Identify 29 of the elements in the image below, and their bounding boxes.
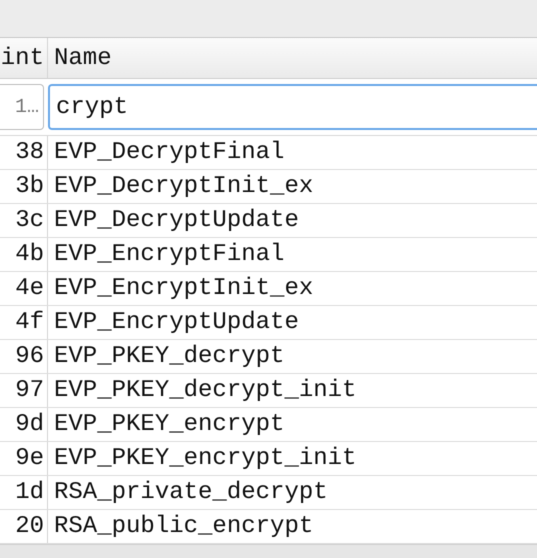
table-cell: 4b — [0, 238, 48, 271]
table-cell: 9d — [0, 408, 48, 441]
table-cell: 97 — [0, 374, 48, 407]
table-cell: 38 — [0, 136, 48, 169]
table-cell-text: RSA_private_decrypt — [53, 478, 329, 508]
column-header[interactable]: Name — [48, 38, 537, 78]
table-cell: 4e — [0, 272, 48, 305]
table-cell-text: EVP_PKEY_decrypt_init — [53, 376, 358, 406]
table-cell: 9e — [0, 442, 48, 475]
table-cell-text: EVP_DecryptFinal — [53, 138, 286, 168]
table-cell: 20 — [0, 510, 48, 543]
table-cell: 96 — [0, 340, 48, 373]
table-cell-text: EVP_PKEY_decrypt — [53, 342, 286, 372]
filter-field[interactable]: 1… — [0, 84, 44, 130]
table-cell: 1d — [0, 476, 48, 509]
column-header[interactable]: int — [0, 38, 48, 78]
scrollbar[interactable] — [0, 544, 537, 558]
table-cell: 3c — [0, 204, 48, 237]
filter-field[interactable]: crypt — [48, 84, 537, 130]
table-cell-text: EVP_DecryptInit_ex — [53, 172, 314, 202]
table-cell-text: RSA_public_encrypt — [53, 512, 314, 542]
table-cell: 3b — [0, 170, 48, 203]
table-cell-text: EVP_PKEY_encrypt_init — [53, 444, 358, 474]
table-cell-text: EVP_EncryptInit_ex — [53, 274, 314, 304]
table-cell: 4f — [0, 306, 48, 339]
table-cell-text: EVP_DecryptUpdate — [53, 206, 300, 236]
table-cell-text: EVP_PKEY_encrypt — [53, 410, 286, 440]
table-cell-text: EVP_EncryptFinal — [53, 240, 286, 270]
table-cell-text: EVP_EncryptUpdate — [53, 308, 300, 338]
